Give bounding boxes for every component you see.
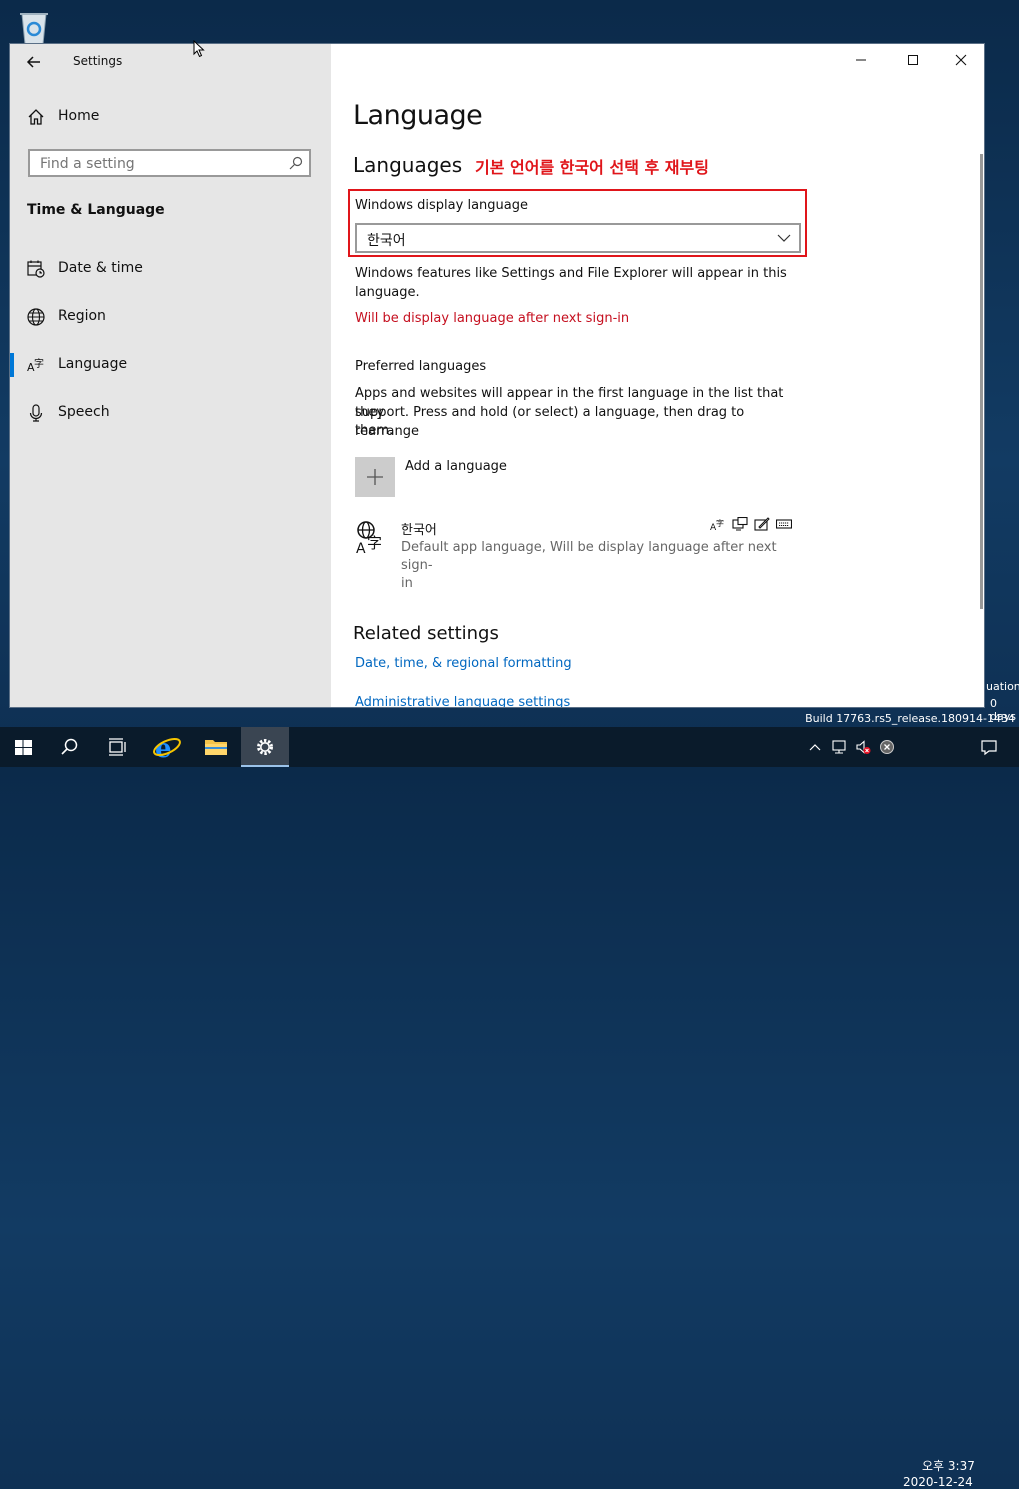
preferred-info-line3: them.	[355, 423, 394, 438]
settings-window: Settings Home Time & Language Date & tim…	[10, 44, 984, 707]
start-button[interactable]	[0, 727, 48, 767]
clock-date[interactable]: 2020-12-24	[903, 1475, 973, 1489]
sidebar-item-date-time[interactable]: Date & time	[10, 249, 331, 289]
display-language-value: 한국어	[367, 233, 406, 249]
home-icon	[26, 107, 46, 127]
add-language-button[interactable]	[355, 457, 395, 497]
chevron-up-icon[interactable]	[807, 739, 823, 755]
svg-text:A: A	[356, 541, 366, 556]
search-button[interactable]	[45, 727, 93, 767]
search-input[interactable]	[38, 154, 282, 174]
network-icon[interactable]	[831, 739, 847, 755]
notifications-icon[interactable]	[980, 738, 998, 756]
sidebar-item-label: Region	[58, 308, 106, 324]
main-content: Language Languages 기본 언어를 한국어 선택 후 재부팅 W…	[331, 44, 984, 707]
sidebar-item-label: Speech	[58, 404, 110, 420]
clock-time[interactable]: 오후 3:37	[922, 1457, 975, 1474]
related-settings-heading: Related settings	[353, 623, 499, 644]
pending-notice: Will be display language after next sign…	[355, 311, 630, 326]
task-view-button[interactable]	[93, 727, 141, 767]
search-icon[interactable]	[289, 156, 303, 170]
search-box[interactable]	[28, 149, 311, 177]
display-language-info-cont: language.	[355, 285, 420, 300]
language-pack-icon: A字	[710, 517, 726, 531]
sidebar-item-label: Language	[58, 356, 128, 372]
plus-icon	[367, 469, 383, 485]
windows-logo-icon	[15, 740, 32, 755]
language-item-desc-line2: in	[401, 576, 413, 591]
date-time-regional-link[interactable]: Date, time, & regional formatting	[355, 656, 572, 671]
folder-icon	[205, 740, 227, 755]
internet-explorer-icon: e	[153, 734, 181, 764]
activation-watermark: uation	[986, 680, 1019, 693]
recycle-bin-icon[interactable]	[14, 6, 54, 46]
sidebar-item-region[interactable]: Region	[10, 297, 331, 337]
language-item-desc-line1: Default app language, Will be display la…	[401, 540, 777, 573]
admin-language-settings-link[interactable]: Administrative language settings	[355, 695, 570, 707]
language-icon: A字	[26, 355, 46, 375]
gear-icon	[257, 739, 273, 755]
display-icon	[732, 517, 748, 531]
section-title: Time & Language	[27, 202, 165, 218]
settings-taskbar-button[interactable]	[241, 727, 289, 767]
svg-text:字: 字	[367, 534, 382, 552]
preferred-languages-heading: Preferred languages	[355, 359, 487, 374]
handwriting-icon	[754, 517, 770, 531]
back-button[interactable]	[22, 52, 46, 72]
mouse-cursor-icon	[193, 40, 205, 58]
languages-heading: Languages	[353, 153, 463, 177]
close-icon	[955, 54, 967, 66]
maximize-button[interactable]	[890, 44, 936, 76]
scrollbar[interactable]	[980, 154, 983, 609]
sidebar: Settings Home Time & Language Date & tim…	[10, 44, 331, 707]
globe-icon	[26, 307, 46, 327]
window-title: Settings	[73, 54, 123, 68]
chevron-down-icon	[777, 233, 791, 243]
action-center-error-icon[interactable]	[879, 739, 895, 755]
add-language-label[interactable]: Add a language	[405, 459, 507, 474]
file-explorer-button[interactable]	[192, 727, 240, 767]
sidebar-item-label: Date & time	[58, 260, 143, 276]
minimize-button[interactable]	[838, 44, 884, 76]
display-language-label: Windows display language	[355, 198, 528, 213]
internet-explorer-button[interactable]: e	[143, 727, 191, 767]
sidebar-item-home[interactable]: Home	[10, 97, 331, 137]
minimize-icon	[856, 59, 866, 61]
sidebar-item-label: Home	[58, 108, 100, 124]
back-arrow-icon	[26, 56, 40, 68]
sidebar-item-language[interactable]: A字 Language	[10, 345, 331, 385]
volume-muted-icon[interactable]	[855, 739, 871, 755]
page-title: Language	[353, 100, 483, 131]
close-button[interactable]	[938, 44, 984, 76]
taskbar: e 오후 3:37 2020-12-24	[0, 727, 1019, 1489]
sidebar-item-speech[interactable]: Speech	[10, 393, 331, 433]
language-item-name[interactable]: 한국어	[401, 519, 437, 538]
microphone-icon	[26, 403, 46, 423]
annotation-text: 기본 언어를 한국어 선택 후 재부팅	[475, 158, 709, 177]
svg-text:e: e	[155, 734, 172, 764]
svg-text:字: 字	[34, 357, 44, 370]
language-glyph-icon: A 字	[355, 520, 389, 556]
svg-text:字: 字	[716, 518, 724, 528]
build-info: Build 17763.rs5_release.180914-1434	[805, 712, 1015, 725]
maximize-icon	[908, 55, 918, 65]
keyboard-icon	[776, 517, 792, 531]
display-language-info: Windows features like Settings and File …	[355, 266, 787, 281]
search-icon	[61, 738, 78, 755]
task-view-icon	[109, 738, 126, 756]
calendar-clock-icon	[26, 259, 46, 279]
language-item-desc: Default app language, Will be display la…	[401, 539, 797, 593]
display-language-dropdown[interactable]: 한국어	[355, 223, 801, 253]
